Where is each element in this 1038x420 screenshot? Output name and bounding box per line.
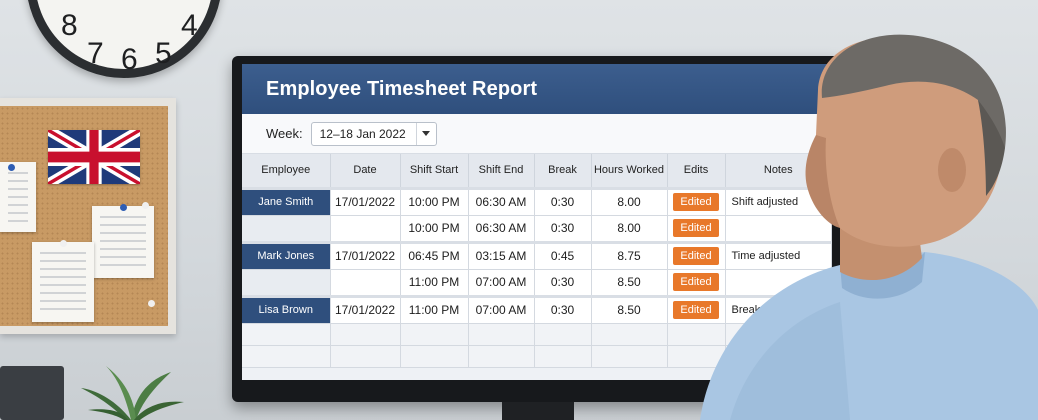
week-select[interactable]: 12–18 Jan 2022 bbox=[310, 121, 437, 146]
pinned-note bbox=[0, 162, 36, 232]
pinned-note bbox=[32, 242, 94, 322]
hours-cell: 8.50 bbox=[591, 294, 668, 324]
hours-cell: 8.50 bbox=[591, 269, 668, 297]
hours-cell: 8.00 bbox=[591, 215, 668, 243]
man-viewing-screen bbox=[690, 20, 1038, 420]
date-cell: 17/01/2022 bbox=[330, 294, 401, 324]
wall-clock: 8 7 6 5 4 bbox=[26, 0, 222, 78]
break-cell: 0:30 bbox=[534, 294, 592, 324]
employee-cell: Mark Jones bbox=[242, 240, 331, 270]
cabinet bbox=[0, 366, 64, 420]
clock-number: 8 bbox=[61, 9, 78, 42]
column-header[interactable]: Hours Worked bbox=[591, 154, 668, 189]
date-cell bbox=[330, 269, 401, 297]
pin-icon bbox=[142, 202, 149, 209]
page-title: Employee Timesheet Report bbox=[266, 77, 538, 100]
shift-start-cell: 11:00 PM bbox=[400, 294, 469, 324]
clock-number: 7 bbox=[87, 37, 104, 70]
employee-cell: Lisa Brown bbox=[242, 294, 331, 324]
clock-number: 5 bbox=[155, 37, 172, 70]
shift-end-cell: 07:00 AM bbox=[468, 294, 535, 324]
week-select-value: 12–18 Jan 2022 bbox=[319, 126, 406, 141]
date-cell: 17/01/2022 bbox=[330, 240, 401, 270]
pin-icon bbox=[8, 164, 15, 171]
clock-number: 6 bbox=[121, 43, 138, 76]
week-label: Week: bbox=[266, 126, 303, 141]
employee-cell bbox=[242, 269, 331, 297]
employee-cell: Jane Smith bbox=[242, 186, 331, 216]
date-cell bbox=[330, 215, 401, 243]
break-cell: 0:45 bbox=[534, 240, 592, 270]
chevron-down-icon[interactable] bbox=[415, 122, 436, 145]
column-header[interactable]: Date bbox=[330, 154, 401, 189]
hours-cell: 8.75 bbox=[591, 240, 668, 270]
employee-cell bbox=[242, 215, 331, 243]
break-cell: 0:30 bbox=[534, 186, 592, 216]
cork-board bbox=[0, 98, 176, 334]
column-header[interactable]: Shift Start bbox=[400, 154, 469, 189]
shift-end-cell: 06:30 AM bbox=[468, 186, 535, 216]
pin-icon bbox=[60, 240, 67, 247]
pin-icon bbox=[148, 300, 155, 307]
pin-icon bbox=[120, 204, 127, 211]
shift-start-cell: 06:45 PM bbox=[400, 240, 469, 270]
column-header[interactable]: Shift End bbox=[468, 154, 535, 189]
monitor-stand bbox=[502, 402, 574, 420]
shift-end-cell: 06:30 AM bbox=[468, 215, 535, 243]
break-cell: 0:30 bbox=[534, 215, 592, 243]
shift-start-cell: 10:00 PM bbox=[400, 186, 469, 216]
shift-start-cell: 11:00 PM bbox=[400, 269, 469, 297]
shift-end-cell: 03:15 AM bbox=[468, 240, 535, 270]
shift-end-cell: 07:00 AM bbox=[468, 269, 535, 297]
hours-cell: 8.00 bbox=[591, 186, 668, 216]
date-cell: 17/01/2022 bbox=[330, 186, 401, 216]
column-header[interactable]: Break bbox=[534, 154, 592, 189]
union-jack-flag-icon bbox=[48, 130, 140, 184]
shift-start-cell: 10:00 PM bbox=[400, 215, 469, 243]
column-header[interactable]: Employee bbox=[242, 154, 331, 189]
clock-number: 4 bbox=[181, 9, 198, 42]
break-cell: 0:30 bbox=[534, 269, 592, 297]
potted-plant bbox=[76, 360, 186, 420]
pinned-note bbox=[92, 206, 154, 278]
